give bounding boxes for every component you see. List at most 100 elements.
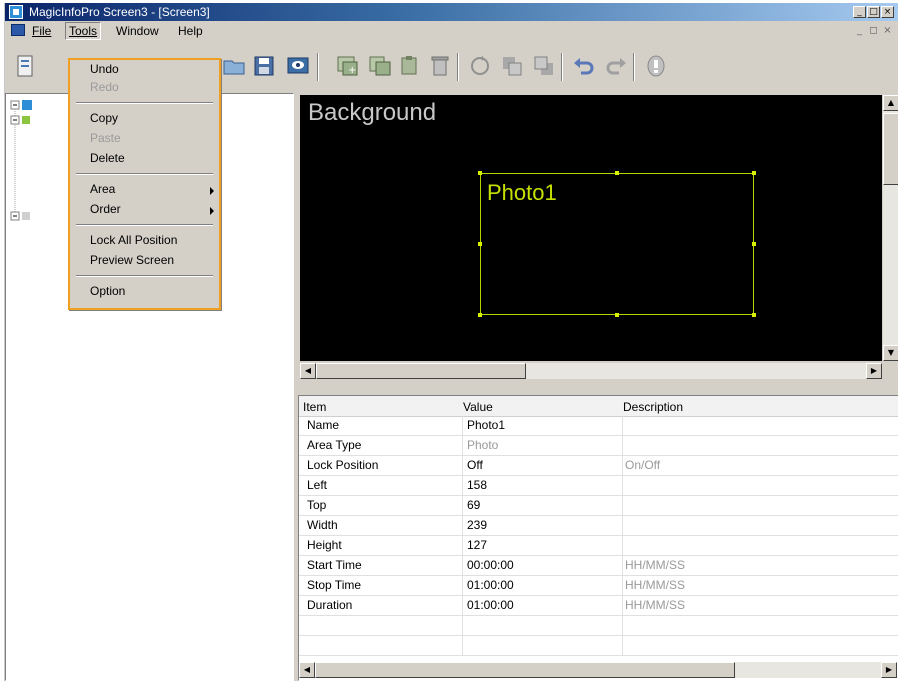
resize-handle-e[interactable] (752, 242, 756, 246)
property-item: Name (307, 418, 340, 432)
property-value[interactable]: Photo1 (467, 418, 505, 432)
paste-area-icon[interactable] (397, 53, 423, 79)
maximize-button[interactable]: □ (867, 6, 880, 18)
save-icon[interactable] (251, 53, 277, 79)
scroll-right-button[interactable]: ▶ (866, 363, 882, 379)
new-screen-icon[interactable] (13, 53, 39, 79)
property-item: Lock Position (307, 458, 379, 472)
property-value[interactable]: 158 (467, 478, 487, 492)
menu-item-copy[interactable]: Copy (90, 111, 118, 125)
property-horizontal-scrollbar[interactable]: ◀ ▶ (299, 662, 897, 678)
menu-window[interactable]: Window (113, 23, 162, 39)
property-row[interactable]: Area Type Photo (299, 436, 898, 456)
close-button[interactable]: × (881, 6, 894, 18)
resize-handle-n[interactable] (615, 171, 619, 175)
menu-item-paste[interactable]: Paste (90, 131, 121, 145)
menu-help-label: Help (178, 24, 203, 38)
prop-scroll-left-button[interactable]: ◀ (299, 662, 315, 678)
mdi-restore-button[interactable]: ◻ (867, 25, 880, 37)
property-value[interactable]: 127 (467, 538, 487, 552)
property-row[interactable]: Height 127 (299, 536, 898, 556)
menu-item-order[interactable]: Order (90, 202, 121, 216)
property-item: Top (307, 498, 327, 512)
mdi-close-button[interactable]: × (881, 25, 894, 37)
open-icon[interactable] (221, 53, 247, 79)
property-description: HH/MM/SS (625, 558, 685, 572)
property-row[interactable]: Duration 01:00:00 HH/MM/SS (299, 596, 898, 616)
window-title: MagicInfoPro Screen3 - [Screen3] (29, 5, 210, 19)
photo-area[interactable]: Photo1 (480, 173, 754, 315)
scroll-left-button[interactable]: ◀ (300, 363, 316, 379)
prop-hscroll-thumb[interactable] (315, 662, 735, 678)
menu-item-area[interactable]: Area (90, 182, 115, 196)
menu-item-undo[interactable]: Undo (90, 62, 119, 76)
canvas-vertical-scrollbar[interactable]: ▲ ▼ (883, 95, 898, 361)
copy-area-icon[interactable] (367, 53, 393, 79)
preview-icon[interactable] (285, 53, 311, 79)
property-item: Duration (307, 598, 353, 612)
menu-file-label: File (32, 24, 52, 38)
property-item: Area Type (307, 438, 362, 452)
property-row[interactable]: Width 239 (299, 516, 898, 536)
bring-front-icon[interactable] (499, 53, 525, 79)
mdi-minimize-button[interactable]: _ (853, 25, 866, 37)
canvas-horizontal-scrollbar[interactable]: ◀ ▶ (300, 363, 882, 379)
photo-area-label: Photo1 (487, 180, 557, 205)
scroll-down-button[interactable]: ▼ (883, 345, 898, 361)
property-value[interactable]: 01:00:00 (467, 578, 514, 592)
property-item: Start Time (307, 558, 362, 572)
minimize-button[interactable]: _ (853, 6, 866, 18)
property-value[interactable]: 01:00:00 (467, 598, 514, 612)
scroll-up-button[interactable]: ▲ (883, 95, 898, 111)
resize-handle-ne[interactable] (752, 171, 756, 175)
submenu-arrow-icon (210, 207, 214, 215)
menu-item-lock-all-position[interactable]: Lock All Position (90, 233, 177, 247)
property-value[interactable]: Off (467, 458, 483, 472)
tree-nodes[interactable] (10, 100, 70, 230)
property-row[interactable]: Name Photo1 (299, 416, 898, 436)
column-header-description: Description (623, 400, 684, 414)
add-area-icon[interactable]: + (335, 53, 361, 79)
send-back-icon[interactable] (531, 53, 557, 79)
property-description: HH/MM/SS (625, 578, 685, 592)
app-icon[interactable] (9, 5, 23, 19)
prop-scroll-right-button[interactable]: ▶ (881, 662, 897, 678)
menu-item-delete[interactable]: Delete (90, 151, 125, 165)
property-row[interactable]: Lock Position Off On/Off (299, 456, 898, 476)
property-row[interactable]: Left 158 (299, 476, 898, 496)
menu-item-preview-screen[interactable]: Preview Screen (90, 253, 174, 267)
canvas-hscroll-thumb[interactable] (316, 363, 526, 379)
resize-handle-w[interactable] (478, 242, 482, 246)
undo-icon[interactable] (571, 53, 597, 79)
refresh-icon[interactable] (467, 53, 493, 79)
title-bar[interactable]: MagicInfoPro Screen3 - [Screen3] _ □ × (5, 3, 898, 21)
property-value[interactable]: 239 (467, 518, 487, 532)
redo-icon[interactable] (603, 53, 629, 79)
resize-handle-se[interactable] (752, 313, 756, 317)
canvas-frame: Background Photo1 ▲ ▼ ◀ ▶ (298, 93, 898, 391)
property-item: Height (307, 538, 342, 552)
menu-tools[interactable]: Tools (65, 22, 102, 40)
property-value[interactable]: 69 (467, 498, 480, 512)
info-icon[interactable] (643, 53, 669, 79)
document-icon[interactable] (11, 24, 25, 36)
empty-property-row (299, 616, 898, 636)
resize-handle-sw[interactable] (478, 313, 482, 317)
screen-canvas[interactable]: Background Photo1 (300, 95, 882, 361)
menu-help[interactable]: Help (175, 23, 206, 39)
property-description: On/Off (625, 458, 661, 472)
property-row[interactable]: Top 69 (299, 496, 898, 516)
menu-window-label: Window (116, 24, 159, 38)
resize-handle-s[interactable] (615, 313, 619, 317)
menu-item-redo[interactable]: Redo (90, 80, 119, 94)
property-value[interactable]: 00:00:00 (467, 558, 514, 572)
menu-file[interactable]: File (29, 23, 54, 39)
resize-handle-nw[interactable] (478, 171, 482, 175)
property-row[interactable]: Stop Time 01:00:00 HH/MM/SS (299, 576, 898, 596)
empty-property-row (299, 636, 898, 656)
canvas-vscroll-thumb[interactable] (883, 113, 898, 185)
property-value[interactable]: Photo (467, 438, 498, 452)
delete-icon[interactable] (427, 53, 453, 79)
property-row[interactable]: Start Time 00:00:00 HH/MM/SS (299, 556, 898, 576)
menu-item-option[interactable]: Option (90, 284, 125, 298)
